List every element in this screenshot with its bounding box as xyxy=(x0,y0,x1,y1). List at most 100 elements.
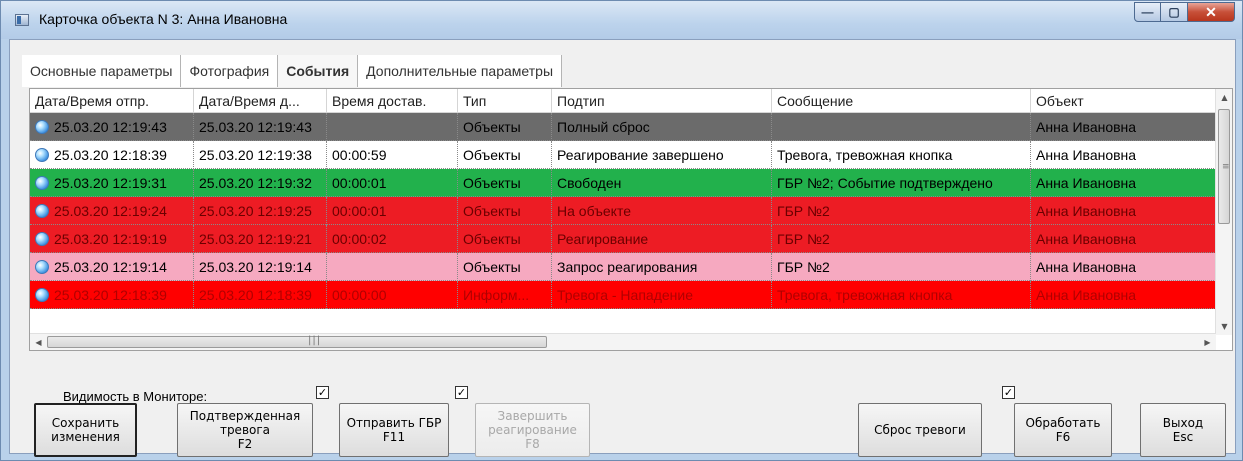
cell-sent-time: 25.03.20 12:18:39 xyxy=(30,141,194,169)
cell-delivered-time: 25.03.20 12:19:25 xyxy=(194,197,327,225)
cell-sent-time: 25.03.20 12:19:24 xyxy=(30,197,194,225)
cell-sent-time: 25.03.20 12:19:14 xyxy=(30,253,194,281)
scroll-up-icon[interactable]: ▲ xyxy=(1216,89,1232,106)
event-status-icon xyxy=(35,148,49,162)
cell-subtype: Реагирование завершено xyxy=(552,141,772,169)
table-row[interactable]: 25.03.20 12:19:14 25.03.20 12:19:14 Объект… xyxy=(30,253,1232,281)
event-status-icon xyxy=(35,288,49,302)
cell-text: 25.03.20 12:19:19 xyxy=(54,231,167,247)
cell-subtype: На объекте xyxy=(552,197,772,225)
cell-delivery-time xyxy=(327,113,458,141)
cell-type: Объекты xyxy=(458,141,552,169)
cell-subtype: Запрос реагирования xyxy=(552,253,772,281)
grip-icon: ≡ xyxy=(1222,162,1230,172)
checkmark-icon: ✓ xyxy=(1003,386,1014,399)
cell-subtype: Реагирование xyxy=(552,225,772,253)
object-card-window: Карточка объекта N 3: Анна Ивановна — ▢ … xyxy=(0,0,1243,461)
visibility-checkbox-send-gbr[interactable]: ✓ xyxy=(455,386,468,399)
caption-buttons: — ▢ ✕ xyxy=(1134,2,1235,22)
title-bar[interactable]: Карточка объекта N 3: Анна Ивановна — ▢ … xyxy=(1,1,1242,39)
close-icon: ✕ xyxy=(1205,3,1217,20)
cell-delivered-time: 25.03.20 12:19:43 xyxy=(194,113,327,141)
cell-subtype: Полный сброс xyxy=(552,113,772,141)
reset-alarm-button[interactable]: Сброс тревоги xyxy=(858,403,982,457)
cell-message: ГБР №2 xyxy=(772,253,1031,281)
tab-events[interactable]: События xyxy=(278,55,359,87)
cell-delivered-time: 25.03.20 12:19:21 xyxy=(194,225,327,253)
monitor-visibility-label: Видимость в Мониторе: xyxy=(63,389,208,404)
maximize-icon: ▢ xyxy=(1168,5,1180,19)
cell-delivery-time: 00:00:01 xyxy=(327,169,458,197)
event-status-icon xyxy=(35,204,49,218)
cell-object: Анна Ивановна xyxy=(1031,113,1221,141)
close-button[interactable]: ✕ xyxy=(1188,2,1235,22)
cell-object: Анна Ивановна xyxy=(1031,141,1221,169)
scroll-left-icon[interactable]: ◀ xyxy=(30,334,47,350)
tab-main-params[interactable]: Основные параметры xyxy=(22,55,182,87)
column-header-sent-time[interactable]: Дата/Время отпр. xyxy=(30,89,194,113)
process-button[interactable]: Обработать F6 xyxy=(1014,403,1112,457)
cell-subtype: Тревога - Нападение xyxy=(552,281,772,309)
cell-message xyxy=(772,113,1031,141)
cell-object: Анна Ивановна xyxy=(1031,197,1221,225)
cell-object: Анна Ивановна xyxy=(1031,225,1221,253)
cell-type: Объекты xyxy=(458,197,552,225)
cell-type: Информ... xyxy=(458,281,552,309)
cell-message: ГБР №2 xyxy=(772,225,1031,253)
exit-button[interactable]: Выход Esc xyxy=(1140,403,1226,457)
cell-sent-time: 25.03.20 12:19:19 xyxy=(30,225,194,253)
cell-text: 25.03.20 12:18:39 xyxy=(54,287,167,303)
client-area: Основные параметры Фотография События До… xyxy=(9,39,1236,457)
cell-delivery-time: 00:00:02 xyxy=(327,225,458,253)
cell-object: Анна Ивановна xyxy=(1031,253,1221,281)
cell-delivery-time: 00:00:01 xyxy=(327,197,458,225)
visibility-checkbox-reset[interactable]: ✓ xyxy=(1002,386,1015,399)
cell-type: Объекты xyxy=(458,225,552,253)
horizontal-scroll-thumb[interactable]: ||| xyxy=(47,335,547,348)
cell-sent-time: 25.03.20 12:18:39 xyxy=(30,281,194,309)
cell-object: Анна Ивановна xyxy=(1031,281,1221,309)
confirmed-alarm-button[interactable]: Подтвержденная тревога F2 xyxy=(177,403,313,457)
checkmark-icon: ✓ xyxy=(317,386,328,399)
cell-message: ГБР №2 xyxy=(772,197,1031,225)
horizontal-scrollbar[interactable]: ◀ ||| ▶ xyxy=(30,333,1216,350)
minimize-button[interactable]: — xyxy=(1134,2,1161,22)
event-status-icon xyxy=(35,176,49,190)
table-row[interactable]: 25.03.20 12:19:31 25.03.20 12:19:32 00:00:… xyxy=(30,169,1232,197)
send-gbr-button[interactable]: Отправить ГБР F11 xyxy=(339,403,449,457)
event-status-icon xyxy=(35,260,49,274)
scroll-down-icon[interactable]: ▼ xyxy=(1216,318,1232,335)
visibility-checkbox-confirmed[interactable]: ✓ xyxy=(316,386,329,399)
cell-text: 25.03.20 12:19:43 xyxy=(54,119,167,135)
table-row[interactable]: 25.03.20 12:19:24 25.03.20 12:19:25 00:00:… xyxy=(30,197,1232,225)
grid-body: 25.03.20 12:19:43 25.03.20 12:19:43 Объект… xyxy=(30,113,1232,309)
table-row[interactable]: 25.03.20 12:19:19 25.03.20 12:19:21 00:00:… xyxy=(30,225,1232,253)
window-title: Карточка объекта N 3: Анна Ивановна xyxy=(39,11,288,27)
vertical-scroll-thumb[interactable]: ≡ xyxy=(1218,109,1230,224)
tab-photo[interactable]: Фотография xyxy=(181,55,279,87)
table-row[interactable]: 25.03.20 12:18:39 25.03.20 12:19:38 00:00:… xyxy=(30,141,1232,169)
table-row[interactable]: 25.03.20 12:19:43 25.03.20 12:19:43 Объект… xyxy=(30,113,1232,141)
column-header-delivery-time[interactable]: Время достав. xyxy=(327,89,458,113)
cell-sent-time: 25.03.20 12:19:43 xyxy=(30,113,194,141)
column-header-subtype[interactable]: Подтип xyxy=(552,89,772,113)
vertical-scrollbar[interactable]: ▲ ≡ ▼ xyxy=(1215,89,1232,335)
save-button[interactable]: Сохранить изменения xyxy=(34,403,137,457)
column-header-object[interactable]: Объект xyxy=(1031,89,1221,113)
cell-type: Объекты xyxy=(458,113,552,141)
cell-delivered-time: 25.03.20 12:19:32 xyxy=(194,169,327,197)
tab-additional-params[interactable]: Дополнительные параметры xyxy=(358,55,563,87)
cell-delivered-time: 25.03.20 12:19:14 xyxy=(194,253,327,281)
cell-delivery-time: 00:00:59 xyxy=(327,141,458,169)
column-header-delivered-time[interactable]: Дата/Время д... xyxy=(194,89,327,113)
column-header-type[interactable]: Тип xyxy=(458,89,552,113)
scroll-right-icon[interactable]: ▶ xyxy=(1199,334,1216,350)
grip-icon: ||| xyxy=(308,335,322,346)
column-header-message[interactable]: Сообщение xyxy=(772,89,1031,113)
maximize-button[interactable]: ▢ xyxy=(1161,2,1188,22)
event-status-icon xyxy=(35,232,49,246)
events-grid: Дата/Время отпр. Дата/Время д... Время д… xyxy=(29,88,1233,351)
cell-text: 25.03.20 12:19:31 xyxy=(54,175,167,191)
table-row[interactable]: 25.03.20 12:18:39 25.03.20 12:18:39 00:00:… xyxy=(30,281,1232,309)
minimize-icon: — xyxy=(1141,5,1154,19)
